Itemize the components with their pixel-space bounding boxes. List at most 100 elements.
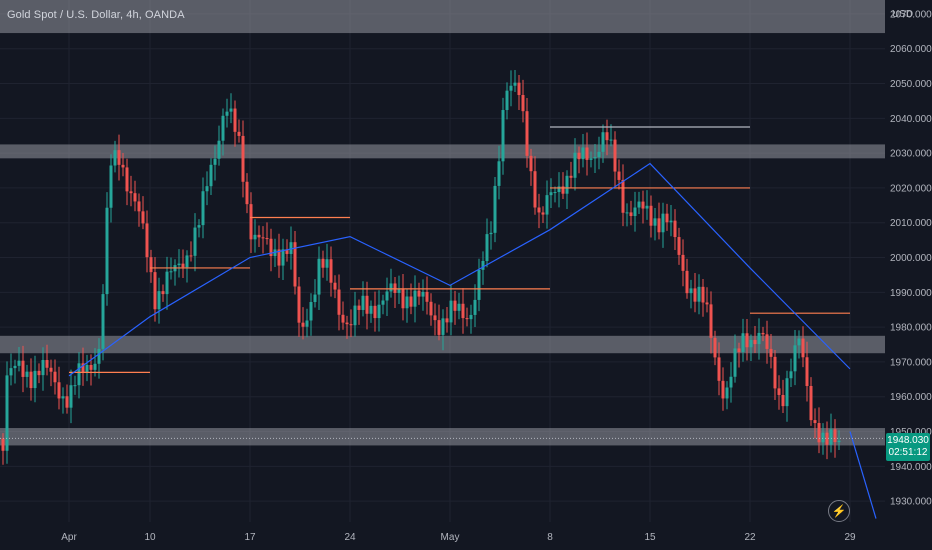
candle-body [741, 333, 745, 353]
candle-body [317, 258, 321, 295]
candle-body [265, 238, 269, 240]
candle-body [465, 318, 469, 320]
candle-body [809, 386, 813, 421]
candle-body [837, 440, 841, 443]
candle-body [313, 294, 317, 303]
lightning-icon[interactable]: ⚡ [828, 500, 850, 522]
candle-body [9, 368, 13, 376]
y-tick-label: 2060.000 [890, 44, 932, 55]
sr-zone [0, 428, 885, 446]
candle-body [565, 175, 569, 194]
candle-body [73, 385, 77, 387]
candle-body [605, 132, 609, 141]
candle-body [521, 95, 525, 112]
x-tick-label: 29 [844, 532, 856, 543]
candle-body [405, 296, 409, 309]
x-tick-label: 22 [744, 532, 756, 543]
candle-body [29, 371, 33, 389]
candle-body [205, 186, 209, 192]
candle-body [737, 348, 741, 353]
candle-body [497, 161, 501, 186]
candle-body [341, 314, 345, 323]
candle-body [705, 302, 709, 305]
candle-body [241, 135, 245, 182]
candle-body [305, 320, 309, 327]
candle-body [377, 304, 381, 319]
candle-body [785, 378, 789, 407]
candle-body [161, 291, 165, 295]
candle-body [5, 375, 9, 451]
candle-body [409, 296, 413, 307]
candle-body [493, 185, 497, 233]
y-tick-label: 2010.000 [890, 218, 932, 229]
candle-body [653, 218, 657, 226]
candle-body [701, 286, 705, 303]
candle-body [829, 429, 833, 445]
candle-body [529, 155, 533, 172]
countdown-timer: 02:51:12 [888, 447, 928, 458]
candle-body [777, 388, 781, 395]
candle-body [337, 289, 341, 315]
candle-body [477, 269, 481, 300]
candle-body [201, 191, 205, 226]
candle-body [401, 289, 405, 309]
candle-body [41, 360, 45, 376]
candle-body [181, 263, 185, 268]
candle-body [17, 360, 21, 366]
candle-body [513, 82, 517, 86]
candle-body [385, 291, 389, 301]
candle-body [217, 140, 221, 159]
candle-body [429, 301, 433, 316]
candle-body [813, 420, 817, 424]
candle-body [45, 360, 49, 368]
candle-body [257, 234, 261, 238]
candle-body [433, 315, 437, 321]
candle-body [261, 237, 265, 239]
candle-body [389, 283, 393, 292]
candle-body [573, 152, 577, 178]
candle-body [757, 332, 761, 345]
candle-body [773, 356, 777, 389]
y-tick-label: 2020.000 [890, 183, 932, 194]
candle-body [25, 371, 29, 377]
chart-area[interactable]: 2070.000 2060.000 2050.000 2040.000 2030.000… [0, 0, 932, 550]
candle-body [457, 303, 461, 311]
candle-body [677, 237, 681, 255]
candle-body [177, 263, 181, 266]
candle-body [445, 318, 449, 323]
candle-body [449, 300, 453, 323]
price-chart[interactable]: 2070.0002060.0002050.0002040.0002030.000… [0, 0, 932, 550]
candle-body [357, 305, 361, 310]
candle-body [113, 150, 117, 166]
candle-body [665, 213, 669, 223]
candle-body [333, 282, 337, 290]
candle-body [369, 305, 373, 314]
candle-body [581, 147, 585, 160]
candle-body [833, 429, 837, 443]
candle-body [141, 211, 145, 224]
candle-body [425, 291, 429, 302]
candle-body [593, 157, 597, 159]
y-tick-label: 1980.000 [890, 323, 932, 334]
candle-body [109, 165, 113, 208]
candle-body [753, 339, 757, 345]
candle-body [77, 363, 81, 386]
candle-body [681, 254, 685, 271]
candle-body [85, 364, 89, 373]
candle-body [641, 201, 645, 209]
candle-body [393, 283, 397, 293]
candle-body [169, 271, 173, 273]
candle-body [421, 291, 425, 297]
candle-body [329, 259, 333, 283]
y-tick-label: 1960.000 [890, 392, 932, 403]
candle-body [193, 227, 197, 256]
candle-body [1, 438, 5, 451]
x-tick-label: 17 [244, 532, 256, 543]
y-tick-label: 2040.000 [890, 114, 932, 125]
candle-body [613, 139, 617, 172]
y-tick-label: 1940.000 [890, 462, 932, 473]
candle-body [805, 357, 809, 386]
candle-body [249, 204, 253, 240]
candle-body [253, 234, 257, 240]
candle-body [693, 288, 697, 302]
